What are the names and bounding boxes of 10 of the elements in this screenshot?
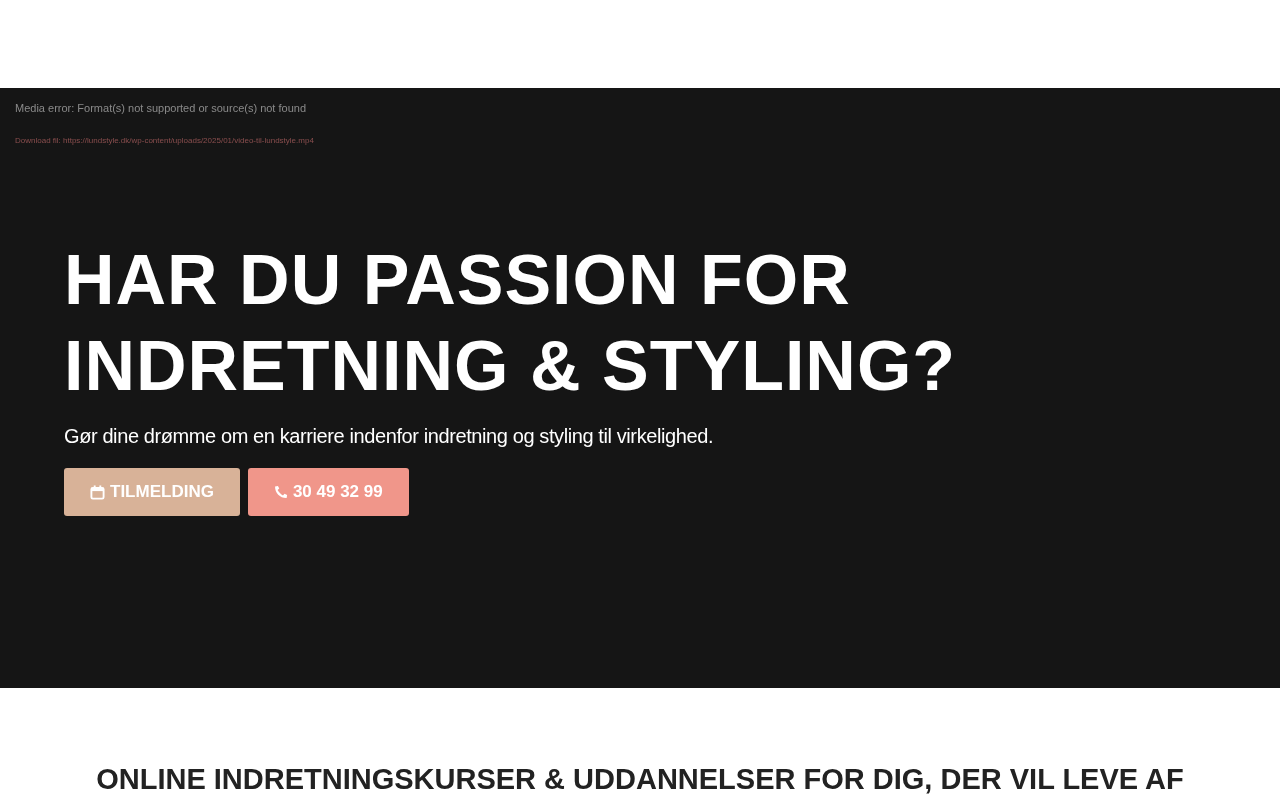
calendar-icon — [90, 484, 105, 500]
signup-button[interactable]: TILMELDING — [64, 468, 240, 516]
hero-title: INDRETNING & STYLING? — [64, 326, 957, 407]
section-heading: ONLINE INDRETNINGSKURSER & UDDANNELSER FOR DIG, DER VIL LEVE AF — [96, 762, 1184, 796]
media-error-text: Media error: Format(s) not supported or source(s) not found — [15, 102, 306, 114]
phone-icon — [273, 485, 288, 499]
download-link[interactable]: Download fil: https://lundstyle.dk/wp-content/uploads/2025/01/video-til-lundstyle.mp4 — [15, 136, 314, 145]
hero-subtitle: Gør dine drømme om en karriere indenfor indretning og styling til virkelighed. — [64, 425, 714, 448]
hero-title: HAR DU PASSION FOR — [64, 240, 851, 321]
phone-button[interactable]: 30 49 32 99 — [247, 468, 409, 516]
